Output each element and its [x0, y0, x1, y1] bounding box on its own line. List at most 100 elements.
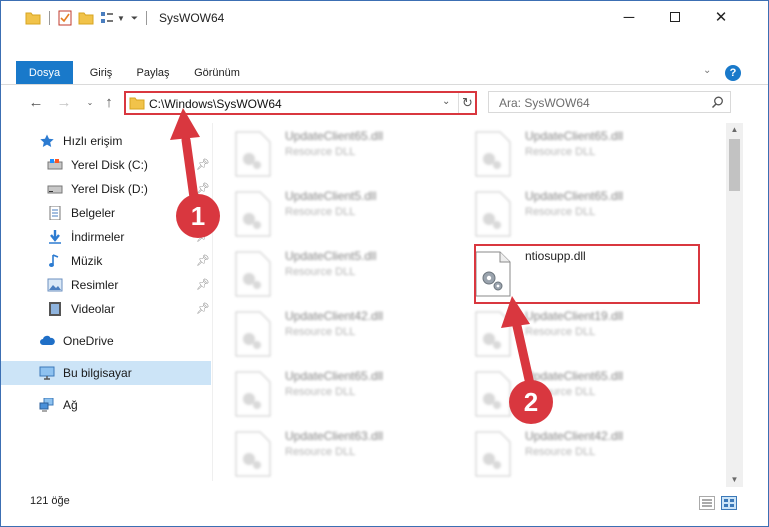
chevron-down-icon[interactable]: ▼ — [117, 14, 125, 23]
file-item[interactable]: UpdateClient65.dll Resource DLL — [213, 365, 443, 421]
cloud-icon — [40, 335, 55, 345]
details-view-icon — [702, 499, 712, 507]
documents-icon — [49, 206, 61, 220]
pin-icon: 📌︎ — [196, 303, 210, 315]
close-button[interactable]: ✕ — [698, 1, 744, 33]
arrow-up-icon: ↑ — [105, 94, 113, 111]
pin-icon: 📌︎ — [196, 159, 210, 171]
sidebar-item-label: Hızlı erişim — [63, 134, 123, 148]
window-title: SysWOW64 — [159, 11, 225, 25]
search-icon — [711, 96, 723, 109]
dll-file-icon — [235, 131, 271, 177]
details-view-button[interactable] — [699, 496, 715, 510]
search-box[interactable]: Ara: SysWOW64 — [488, 91, 731, 113]
dll-file-icon — [475, 311, 511, 357]
tab-view[interactable]: Görünüm — [189, 61, 245, 85]
sidebar-item-quick-access[interactable]: Hızlı erişim — [1, 129, 211, 153]
sidebar-item-label: Yerel Disk (C:) — [71, 158, 148, 172]
dll-file-icon — [475, 191, 511, 237]
file-item[interactable]: UpdateClient65.dll Resource DLL — [453, 365, 683, 421]
file-name: UpdateClient65.dll — [525, 129, 624, 143]
dll-file-icon — [475, 431, 511, 477]
help-icon[interactable]: ? — [725, 65, 741, 81]
up-button[interactable]: ↑ — [98, 93, 120, 113]
sidebar-item-local-disk-c[interactable]: Yerel Disk (C:) 📌︎ — [1, 153, 211, 177]
folder-icon — [25, 12, 41, 25]
file-name: UpdateClient42.dll — [525, 429, 624, 443]
sidebar-item-this-pc[interactable]: Bu bilgisayar — [1, 361, 211, 385]
minimize-icon: ─ — [623, 8, 635, 26]
chevron-down-icon[interactable]: ⌄ — [442, 96, 450, 107]
drive-icon — [47, 185, 63, 194]
scroll-up-icon[interactable]: ▲ — [726, 123, 743, 137]
large-icons-view-icon — [724, 499, 734, 507]
scrollbar-thumb[interactable] — [729, 139, 740, 191]
file-item[interactable]: UpdateClient42.dll Resource DLL — [453, 425, 683, 481]
file-item[interactable]: UpdateClient5.dll Resource DLL — [213, 245, 443, 301]
pin-icon: 📌︎ — [196, 279, 210, 291]
forward-button[interactable]: → — [53, 93, 75, 113]
tab-file[interactable]: Dosya — [16, 61, 73, 85]
separator — [146, 11, 148, 25]
file-type: Resource DLL — [285, 206, 356, 218]
tab-share[interactable]: Paylaş — [131, 61, 175, 85]
title-bar: ▼ ⏷ SysWOW64 ─ ✕ — [1, 1, 768, 35]
sidebar-item-label: Belgeler — [71, 206, 116, 220]
dll-file-icon — [235, 251, 271, 297]
file-item[interactable]: UpdateClient5.dll Resource DLL — [213, 185, 443, 241]
view-options-icon[interactable] — [100, 11, 114, 25]
sidebar-item-label: Bu bilgisayar — [63, 366, 132, 380]
star-icon — [40, 134, 54, 147]
maximize-button[interactable] — [652, 1, 698, 33]
vertical-scrollbar[interactable]: ▲ ▼ — [726, 123, 743, 487]
separator — [458, 93, 459, 113]
pin-icon: 📌︎ — [196, 255, 210, 267]
back-button[interactable]: ← — [25, 93, 47, 113]
dll-file-icon — [475, 131, 511, 177]
explorer-window: ▼ ⏷ SysWOW64 ─ ✕ Dosya Giriş Paylaş Görü… — [0, 0, 769, 527]
address-bar[interactable]: C:\Windows\SysWOW64 ⌄ ↻ — [124, 91, 477, 115]
navigation-pane: Hızlı erişim Yerel Disk (C:) 📌︎ Yerel Di… — [1, 123, 213, 481]
file-item[interactable]: UpdateClient63.dll Resource DLL — [213, 425, 443, 481]
customize-toolbar-icon[interactable]: ⏷ — [131, 13, 138, 24]
file-item[interactable]: UpdateClient65.dll Resource DLL — [453, 185, 683, 241]
download-icon — [49, 230, 61, 244]
dll-file-icon — [475, 371, 511, 417]
search-placeholder[interactable]: Ara: SysWOW64 — [499, 96, 590, 110]
sidebar-item-local-disk-d[interactable]: Yerel Disk (D:) 📌︎ — [1, 177, 211, 201]
file-name: UpdateClient65.dll — [285, 369, 384, 383]
step-2-callout: 2 — [509, 380, 553, 424]
separator — [49, 11, 50, 25]
item-count: 121 öğe — [30, 495, 70, 507]
sidebar-item-label: Müzik — [71, 254, 103, 268]
sidebar-item-videos[interactable]: Videolar 📌︎ — [1, 297, 211, 321]
scroll-down-icon[interactable]: ▼ — [726, 473, 743, 487]
expand-ribbon-icon[interactable]: ⌄ — [703, 65, 711, 76]
file-type: Resource DLL — [525, 146, 596, 158]
pictures-icon — [47, 278, 63, 292]
sidebar-item-onedrive[interactable]: OneDrive — [1, 329, 211, 353]
new-folder-icon[interactable] — [78, 11, 94, 25]
status-bar: 121 öğe — [1, 489, 768, 515]
address-path[interactable]: C:\Windows\SysWOW64 — [149, 97, 282, 111]
dll-file-icon — [235, 191, 271, 237]
drive-icon — [47, 159, 63, 170]
properties-icon[interactable] — [58, 10, 72, 26]
sidebar-item-music[interactable]: Müzik 📌︎ — [1, 249, 211, 273]
videos-icon — [49, 302, 61, 316]
file-name: UpdateClient5.dll — [285, 189, 377, 203]
minimize-button[interactable]: ─ — [606, 1, 652, 33]
sidebar-item-label: OneDrive — [63, 334, 114, 348]
file-item[interactable]: UpdateClient42.dll Resource DLL — [213, 305, 443, 361]
sidebar-item-network[interactable]: Ağ — [1, 393, 211, 417]
refresh-icon[interactable]: ↻ — [462, 95, 473, 111]
sidebar-item-label: Yerel Disk (D:) — [71, 182, 148, 196]
file-item[interactable]: UpdateClient19.dll Resource DLL — [453, 305, 683, 361]
large-icons-view-button[interactable] — [721, 496, 737, 510]
file-item[interactable]: UpdateClient65.dll Resource DLL — [213, 125, 443, 181]
sidebar-item-label: İndirmeler — [71, 230, 125, 244]
file-item[interactable]: UpdateClient65.dll Resource DLL — [453, 125, 683, 181]
tab-home[interactable]: Giriş — [81, 61, 121, 85]
network-icon — [39, 398, 54, 412]
sidebar-item-pictures[interactable]: Resimler 📌︎ — [1, 273, 211, 297]
